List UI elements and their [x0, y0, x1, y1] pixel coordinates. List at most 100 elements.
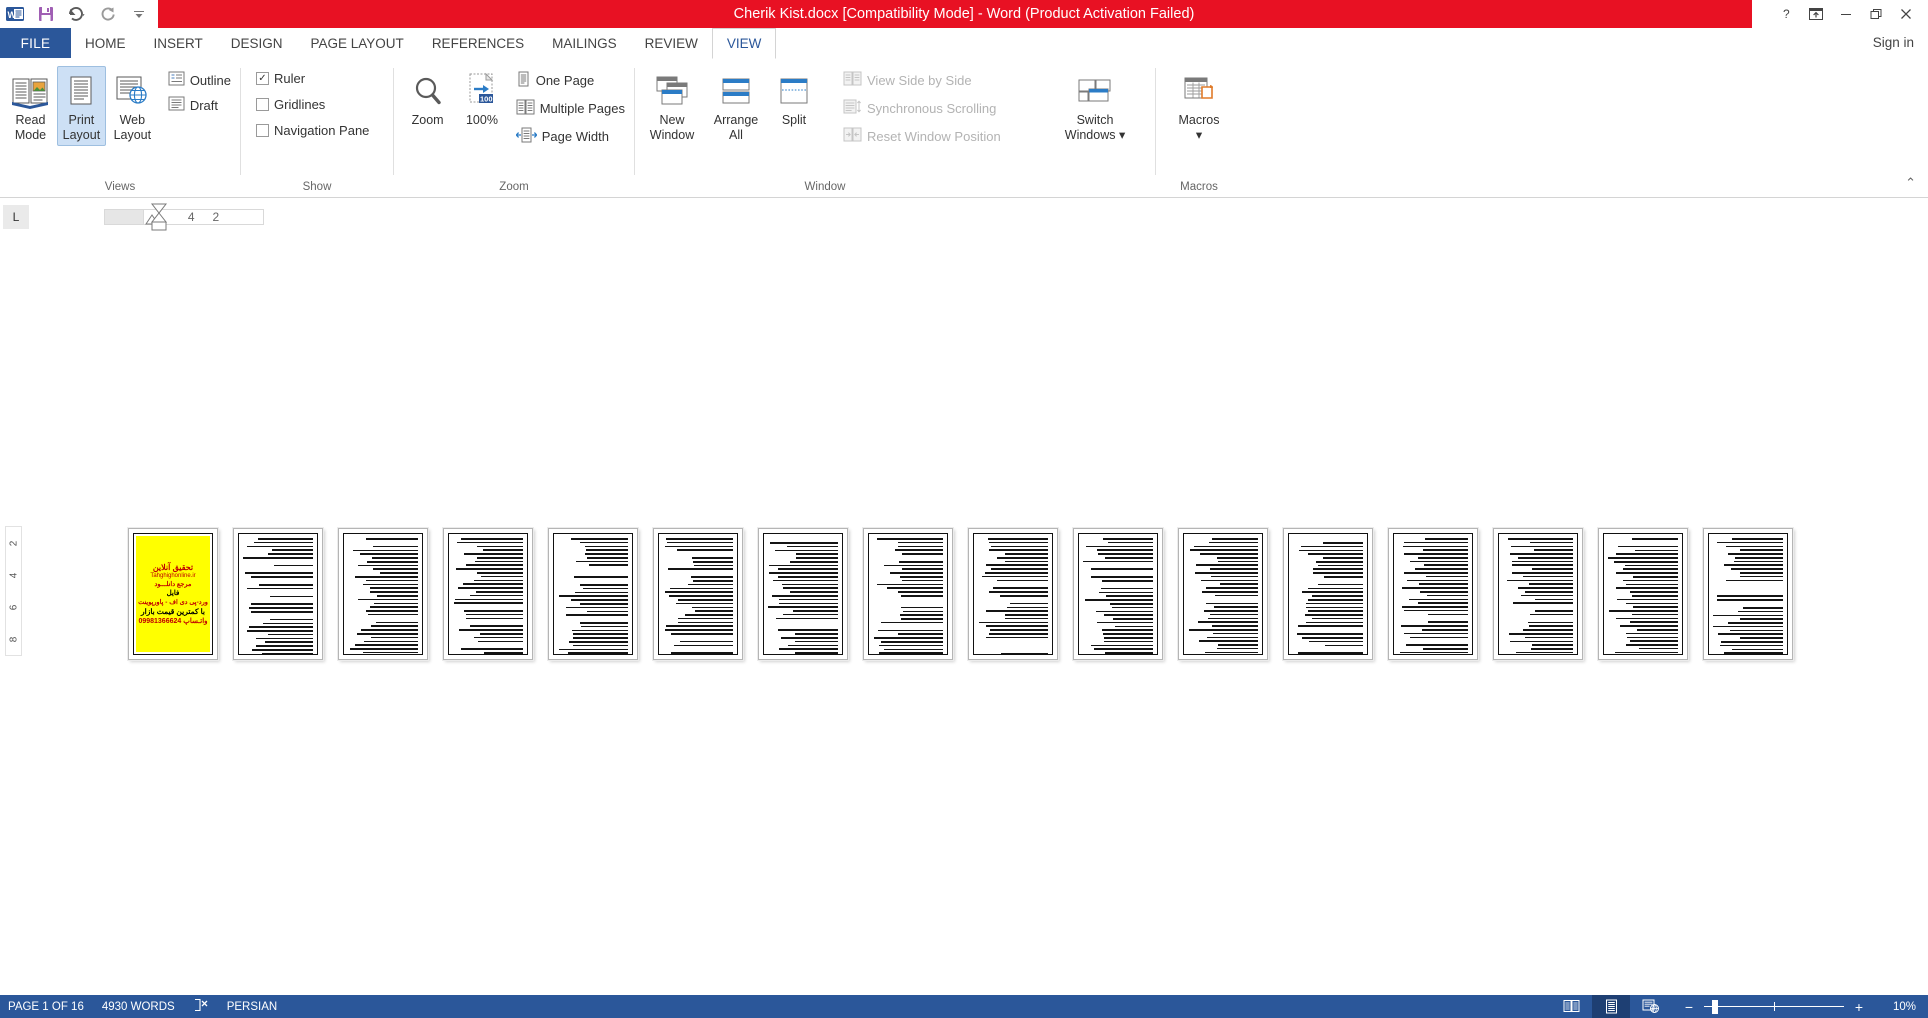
- multiple-pages-label: Multiple Pages: [539, 101, 625, 116]
- page-text-block: [343, 533, 423, 655]
- page-text-block: [1708, 533, 1788, 655]
- zoom-slider-track[interactable]: [1704, 995, 1844, 1018]
- svg-text:?: ?: [1783, 7, 1790, 21]
- one-page-button[interactable]: One Page: [513, 70, 628, 91]
- page-thumbnail[interactable]: [1388, 528, 1478, 660]
- tab-home[interactable]: HOME: [71, 28, 140, 58]
- ribbon-group-zoom: Zoom 100 100% One Page Multiple Pages Pa…: [394, 62, 634, 196]
- minimize-button[interactable]: [1832, 3, 1860, 25]
- close-button[interactable]: [1892, 3, 1920, 25]
- ruler-mark-2: 2: [212, 210, 220, 224]
- tab-page-layout[interactable]: PAGE LAYOUT: [297, 28, 418, 58]
- group-name-views: Views: [104, 181, 136, 193]
- zoom-in-button[interactable]: +: [1852, 999, 1866, 1015]
- switch-windows-button[interactable]: Switch Windows ▾: [1059, 66, 1131, 146]
- new-window-label-2: Window: [649, 128, 695, 142]
- outline-label: Outline: [189, 72, 232, 88]
- word-count[interactable]: 4930 WORDS: [102, 1001, 175, 1013]
- page-thumbnail[interactable]: [1283, 528, 1373, 660]
- zoom-button[interactable]: Zoom: [400, 66, 455, 131]
- draft-button[interactable]: Draft: [165, 95, 234, 115]
- multiple-pages-icon: [516, 99, 535, 118]
- page-text-block: [1393, 533, 1473, 655]
- page-thumbnail[interactable]: [1073, 528, 1163, 660]
- tab-references[interactable]: REFERENCES: [418, 28, 538, 58]
- split-label: Split: [781, 113, 807, 127]
- zoom-out-button[interactable]: −: [1682, 999, 1696, 1015]
- language-indicator[interactable]: PERSIAN: [227, 1001, 278, 1013]
- page-thumbnail[interactable]: [233, 528, 323, 660]
- page-text-block: [1288, 533, 1368, 655]
- macros-button[interactable]: Macros ▾: [1167, 66, 1231, 146]
- print-layout-label-2: Layout: [62, 128, 101, 142]
- page-text-block: [553, 533, 633, 655]
- horizontal-ruler[interactable]: 4 2: [104, 203, 264, 231]
- document-canvas[interactable]: 2 4 6 8 تحقیق آنلاین Tahghighonline.ir م…: [0, 236, 1928, 995]
- arrange-all-button[interactable]: Arrange All: [705, 66, 767, 146]
- page-thumbnail[interactable]: [863, 528, 953, 660]
- page-indicator[interactable]: PAGE 1 OF 16: [8, 1001, 84, 1013]
- read-mode-view-button[interactable]: [1552, 995, 1590, 1018]
- draft-label: Draft: [189, 97, 218, 113]
- zoom-slider[interactable]: − + 10%: [1682, 995, 1916, 1018]
- tab-insert[interactable]: INSERT: [140, 28, 217, 58]
- page-thumbnail[interactable]: [1178, 528, 1268, 660]
- vertical-ruler[interactable]: 2 4 6 8: [5, 526, 22, 656]
- ad-line-7: 09981366624 واتـساپ: [138, 618, 208, 625]
- page-thumbnail[interactable]: [548, 528, 638, 660]
- print-layout-view-button[interactable]: [1592, 995, 1630, 1018]
- page-thumbnail-strip: تحقیق آنلاین Tahghighonline.ir مرجع دانل…: [128, 528, 1793, 660]
- ruler-bar: L 4 2: [0, 198, 1928, 236]
- page-text-block: [1183, 533, 1263, 655]
- tab-mailings[interactable]: MAILINGS: [538, 28, 631, 58]
- switch-windows-label-2: Windows ▾: [1064, 128, 1126, 142]
- gridlines-checkbox[interactable]: Gridlines: [253, 96, 372, 113]
- ad-line-6: با کمترین قیمت بازار: [141, 607, 205, 616]
- vruler-mark-4: 4: [8, 572, 19, 578]
- tab-review[interactable]: REVIEW: [631, 28, 712, 58]
- zoom-slider-handle[interactable]: [1712, 999, 1718, 1014]
- tab-stop-selector[interactable]: L: [3, 205, 29, 229]
- draft-icon: [168, 96, 185, 114]
- page-thumbnail[interactable]: [1493, 528, 1583, 660]
- page-text-block: [868, 533, 948, 655]
- page-width-button[interactable]: Page Width: [513, 126, 628, 147]
- ruler-checkbox[interactable]: ✓ Ruler: [253, 70, 372, 87]
- one-page-icon: [516, 71, 531, 90]
- macros-label-1: Macros: [1178, 113, 1220, 127]
- ad-line-4: فایل: [166, 590, 180, 597]
- web-layout-view-button[interactable]: [1632, 995, 1670, 1018]
- read-mode-button[interactable]: Read Mode: [6, 66, 55, 146]
- new-window-button[interactable]: New Window: [641, 66, 703, 146]
- tab-file[interactable]: FILE: [0, 28, 71, 58]
- sign-in-link[interactable]: Sign in: [1873, 28, 1914, 58]
- one-page-label: One Page: [535, 73, 595, 88]
- ribbon-display-options-button[interactable]: [1802, 3, 1830, 25]
- page-thumbnail[interactable]: [338, 528, 428, 660]
- split-button[interactable]: Split: [769, 66, 819, 131]
- zoom-100-button[interactable]: 100 100%: [457, 66, 507, 131]
- page-thumbnail[interactable]: [758, 528, 848, 660]
- navigation-pane-checkbox[interactable]: Navigation Pane: [253, 122, 372, 139]
- restore-button[interactable]: [1862, 3, 1890, 25]
- page-thumbnail[interactable]: [443, 528, 533, 660]
- ribbon-group-window: New Window Arrange All Split View Side b…: [635, 62, 1155, 196]
- multiple-pages-button[interactable]: Multiple Pages: [513, 98, 628, 119]
- right-indent-marker-icon: [150, 203, 168, 231]
- arrange-all-label-2: All: [729, 128, 743, 142]
- tab-view[interactable]: VIEW: [711, 28, 777, 59]
- print-layout-button[interactable]: Print Layout: [56, 66, 106, 146]
- page-thumbnail[interactable]: [1703, 528, 1793, 660]
- page-thumbnail[interactable]: [1598, 528, 1688, 660]
- proofing-errors-icon[interactable]: [193, 998, 209, 1015]
- help-button[interactable]: ?: [1772, 3, 1800, 25]
- web-layout-button[interactable]: Web Layout: [108, 66, 157, 146]
- page-thumbnail[interactable]: تحقیق آنلاین Tahghighonline.ir مرجع دانل…: [128, 528, 218, 660]
- page-thumbnail[interactable]: [968, 528, 1058, 660]
- page-thumbnail[interactable]: [653, 528, 743, 660]
- outline-button[interactable]: Outline: [165, 70, 234, 90]
- collapse-ribbon-button[interactable]: ⌃: [1905, 175, 1916, 191]
- zoom-level[interactable]: 10%: [1874, 1001, 1916, 1013]
- page-text-block: [448, 533, 528, 655]
- tab-design[interactable]: DESIGN: [217, 28, 297, 58]
